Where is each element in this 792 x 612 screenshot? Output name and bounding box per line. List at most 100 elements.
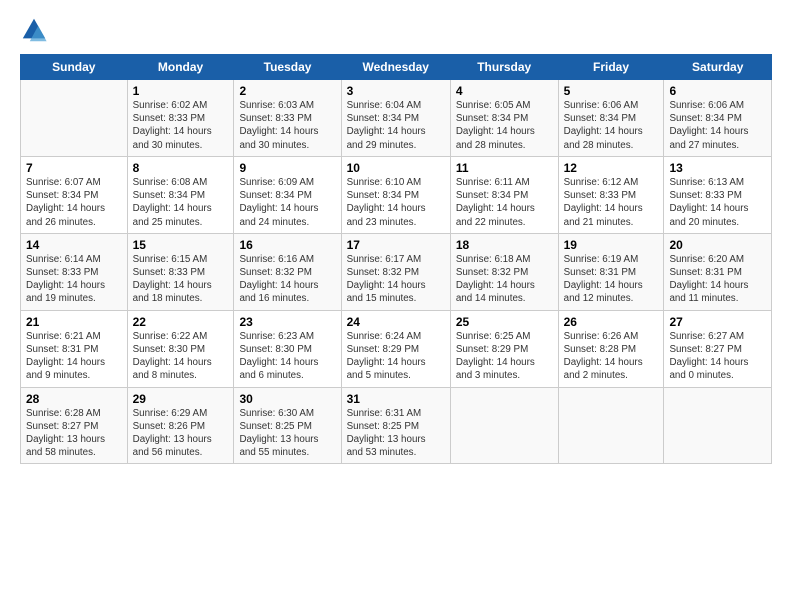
day-info: Sunrise: 6:07 AM Sunset: 8:34 PM Dayligh…	[26, 176, 122, 229]
calendar-cell: 13Sunrise: 6:13 AM Sunset: 8:33 PM Dayli…	[664, 156, 772, 233]
day-info: Sunrise: 6:13 AM Sunset: 8:33 PM Dayligh…	[669, 176, 766, 229]
day-number: 29	[133, 392, 229, 406]
day-number: 21	[26, 315, 122, 329]
page-container: SundayMondayTuesdayWednesdayThursdayFrid…	[0, 0, 792, 474]
calendar-cell: 14Sunrise: 6:14 AM Sunset: 8:33 PM Dayli…	[21, 233, 128, 310]
day-info: Sunrise: 6:04 AM Sunset: 8:34 PM Dayligh…	[347, 99, 445, 152]
logo-icon	[20, 16, 48, 44]
day-info: Sunrise: 6:18 AM Sunset: 8:32 PM Dayligh…	[456, 253, 553, 306]
weekday-header: Wednesday	[341, 55, 450, 80]
weekday-header: Friday	[558, 55, 664, 80]
day-number: 2	[239, 84, 335, 98]
day-number: 19	[564, 238, 659, 252]
calendar-cell: 6Sunrise: 6:06 AM Sunset: 8:34 PM Daylig…	[664, 80, 772, 157]
day-info: Sunrise: 6:08 AM Sunset: 8:34 PM Dayligh…	[133, 176, 229, 229]
calendar-cell: 8Sunrise: 6:08 AM Sunset: 8:34 PM Daylig…	[127, 156, 234, 233]
day-info: Sunrise: 6:24 AM Sunset: 8:29 PM Dayligh…	[347, 330, 445, 383]
day-number: 16	[239, 238, 335, 252]
calendar-cell: 18Sunrise: 6:18 AM Sunset: 8:32 PM Dayli…	[450, 233, 558, 310]
day-info: Sunrise: 6:28 AM Sunset: 8:27 PM Dayligh…	[26, 407, 122, 460]
day-number: 25	[456, 315, 553, 329]
day-number: 15	[133, 238, 229, 252]
day-number: 27	[669, 315, 766, 329]
day-number: 8	[133, 161, 229, 175]
day-number: 13	[669, 161, 766, 175]
calendar-cell: 16Sunrise: 6:16 AM Sunset: 8:32 PM Dayli…	[234, 233, 341, 310]
day-info: Sunrise: 6:20 AM Sunset: 8:31 PM Dayligh…	[669, 253, 766, 306]
day-number: 22	[133, 315, 229, 329]
logo	[20, 16, 52, 44]
calendar-cell: 23Sunrise: 6:23 AM Sunset: 8:30 PM Dayli…	[234, 310, 341, 387]
day-info: Sunrise: 6:25 AM Sunset: 8:29 PM Dayligh…	[456, 330, 553, 383]
day-number: 20	[669, 238, 766, 252]
day-info: Sunrise: 6:29 AM Sunset: 8:26 PM Dayligh…	[133, 407, 229, 460]
day-info: Sunrise: 6:12 AM Sunset: 8:33 PM Dayligh…	[564, 176, 659, 229]
day-info: Sunrise: 6:21 AM Sunset: 8:31 PM Dayligh…	[26, 330, 122, 383]
calendar-cell: 26Sunrise: 6:26 AM Sunset: 8:28 PM Dayli…	[558, 310, 664, 387]
page-header	[20, 16, 772, 44]
day-number: 6	[669, 84, 766, 98]
day-number: 28	[26, 392, 122, 406]
day-number: 7	[26, 161, 122, 175]
day-info: Sunrise: 6:09 AM Sunset: 8:34 PM Dayligh…	[239, 176, 335, 229]
calendar-table: SundayMondayTuesdayWednesdayThursdayFrid…	[20, 54, 772, 464]
calendar-week-row: 14Sunrise: 6:14 AM Sunset: 8:33 PM Dayli…	[21, 233, 772, 310]
calendar-cell: 30Sunrise: 6:30 AM Sunset: 8:25 PM Dayli…	[234, 387, 341, 464]
day-info: Sunrise: 6:26 AM Sunset: 8:28 PM Dayligh…	[564, 330, 659, 383]
day-info: Sunrise: 6:23 AM Sunset: 8:30 PM Dayligh…	[239, 330, 335, 383]
header-row: SundayMondayTuesdayWednesdayThursdayFrid…	[21, 55, 772, 80]
calendar-cell: 20Sunrise: 6:20 AM Sunset: 8:31 PM Dayli…	[664, 233, 772, 310]
day-info: Sunrise: 6:10 AM Sunset: 8:34 PM Dayligh…	[347, 176, 445, 229]
day-number: 12	[564, 161, 659, 175]
weekday-header: Sunday	[21, 55, 128, 80]
day-info: Sunrise: 6:19 AM Sunset: 8:31 PM Dayligh…	[564, 253, 659, 306]
day-info: Sunrise: 6:30 AM Sunset: 8:25 PM Dayligh…	[239, 407, 335, 460]
day-info: Sunrise: 6:11 AM Sunset: 8:34 PM Dayligh…	[456, 176, 553, 229]
calendar-cell: 1Sunrise: 6:02 AM Sunset: 8:33 PM Daylig…	[127, 80, 234, 157]
weekday-header: Tuesday	[234, 55, 341, 80]
day-number: 4	[456, 84, 553, 98]
calendar-cell: 4Sunrise: 6:05 AM Sunset: 8:34 PM Daylig…	[450, 80, 558, 157]
calendar-cell	[558, 387, 664, 464]
calendar-cell: 5Sunrise: 6:06 AM Sunset: 8:34 PM Daylig…	[558, 80, 664, 157]
calendar-cell: 7Sunrise: 6:07 AM Sunset: 8:34 PM Daylig…	[21, 156, 128, 233]
day-info: Sunrise: 6:17 AM Sunset: 8:32 PM Dayligh…	[347, 253, 445, 306]
day-info: Sunrise: 6:02 AM Sunset: 8:33 PM Dayligh…	[133, 99, 229, 152]
day-info: Sunrise: 6:31 AM Sunset: 8:25 PM Dayligh…	[347, 407, 445, 460]
day-info: Sunrise: 6:03 AM Sunset: 8:33 PM Dayligh…	[239, 99, 335, 152]
calendar-cell	[664, 387, 772, 464]
day-info: Sunrise: 6:06 AM Sunset: 8:34 PM Dayligh…	[669, 99, 766, 152]
calendar-cell: 9Sunrise: 6:09 AM Sunset: 8:34 PM Daylig…	[234, 156, 341, 233]
day-info: Sunrise: 6:16 AM Sunset: 8:32 PM Dayligh…	[239, 253, 335, 306]
day-info: Sunrise: 6:22 AM Sunset: 8:30 PM Dayligh…	[133, 330, 229, 383]
day-number: 14	[26, 238, 122, 252]
calendar-cell: 27Sunrise: 6:27 AM Sunset: 8:27 PM Dayli…	[664, 310, 772, 387]
day-number: 5	[564, 84, 659, 98]
calendar-cell: 21Sunrise: 6:21 AM Sunset: 8:31 PM Dayli…	[21, 310, 128, 387]
day-info: Sunrise: 6:05 AM Sunset: 8:34 PM Dayligh…	[456, 99, 553, 152]
calendar-cell: 24Sunrise: 6:24 AM Sunset: 8:29 PM Dayli…	[341, 310, 450, 387]
calendar-cell: 11Sunrise: 6:11 AM Sunset: 8:34 PM Dayli…	[450, 156, 558, 233]
day-number: 1	[133, 84, 229, 98]
calendar-cell: 15Sunrise: 6:15 AM Sunset: 8:33 PM Dayli…	[127, 233, 234, 310]
day-number: 26	[564, 315, 659, 329]
calendar-week-row: 21Sunrise: 6:21 AM Sunset: 8:31 PM Dayli…	[21, 310, 772, 387]
calendar-cell: 17Sunrise: 6:17 AM Sunset: 8:32 PM Dayli…	[341, 233, 450, 310]
calendar-week-row: 28Sunrise: 6:28 AM Sunset: 8:27 PM Dayli…	[21, 387, 772, 464]
day-number: 31	[347, 392, 445, 406]
day-info: Sunrise: 6:15 AM Sunset: 8:33 PM Dayligh…	[133, 253, 229, 306]
day-number: 11	[456, 161, 553, 175]
day-info: Sunrise: 6:06 AM Sunset: 8:34 PM Dayligh…	[564, 99, 659, 152]
weekday-header: Thursday	[450, 55, 558, 80]
day-number: 17	[347, 238, 445, 252]
day-number: 24	[347, 315, 445, 329]
weekday-header: Saturday	[664, 55, 772, 80]
calendar-cell: 29Sunrise: 6:29 AM Sunset: 8:26 PM Dayli…	[127, 387, 234, 464]
calendar-cell: 19Sunrise: 6:19 AM Sunset: 8:31 PM Dayli…	[558, 233, 664, 310]
day-number: 9	[239, 161, 335, 175]
calendar-cell: 2Sunrise: 6:03 AM Sunset: 8:33 PM Daylig…	[234, 80, 341, 157]
day-number: 18	[456, 238, 553, 252]
day-info: Sunrise: 6:27 AM Sunset: 8:27 PM Dayligh…	[669, 330, 766, 383]
day-info: Sunrise: 6:14 AM Sunset: 8:33 PM Dayligh…	[26, 253, 122, 306]
calendar-cell: 12Sunrise: 6:12 AM Sunset: 8:33 PM Dayli…	[558, 156, 664, 233]
